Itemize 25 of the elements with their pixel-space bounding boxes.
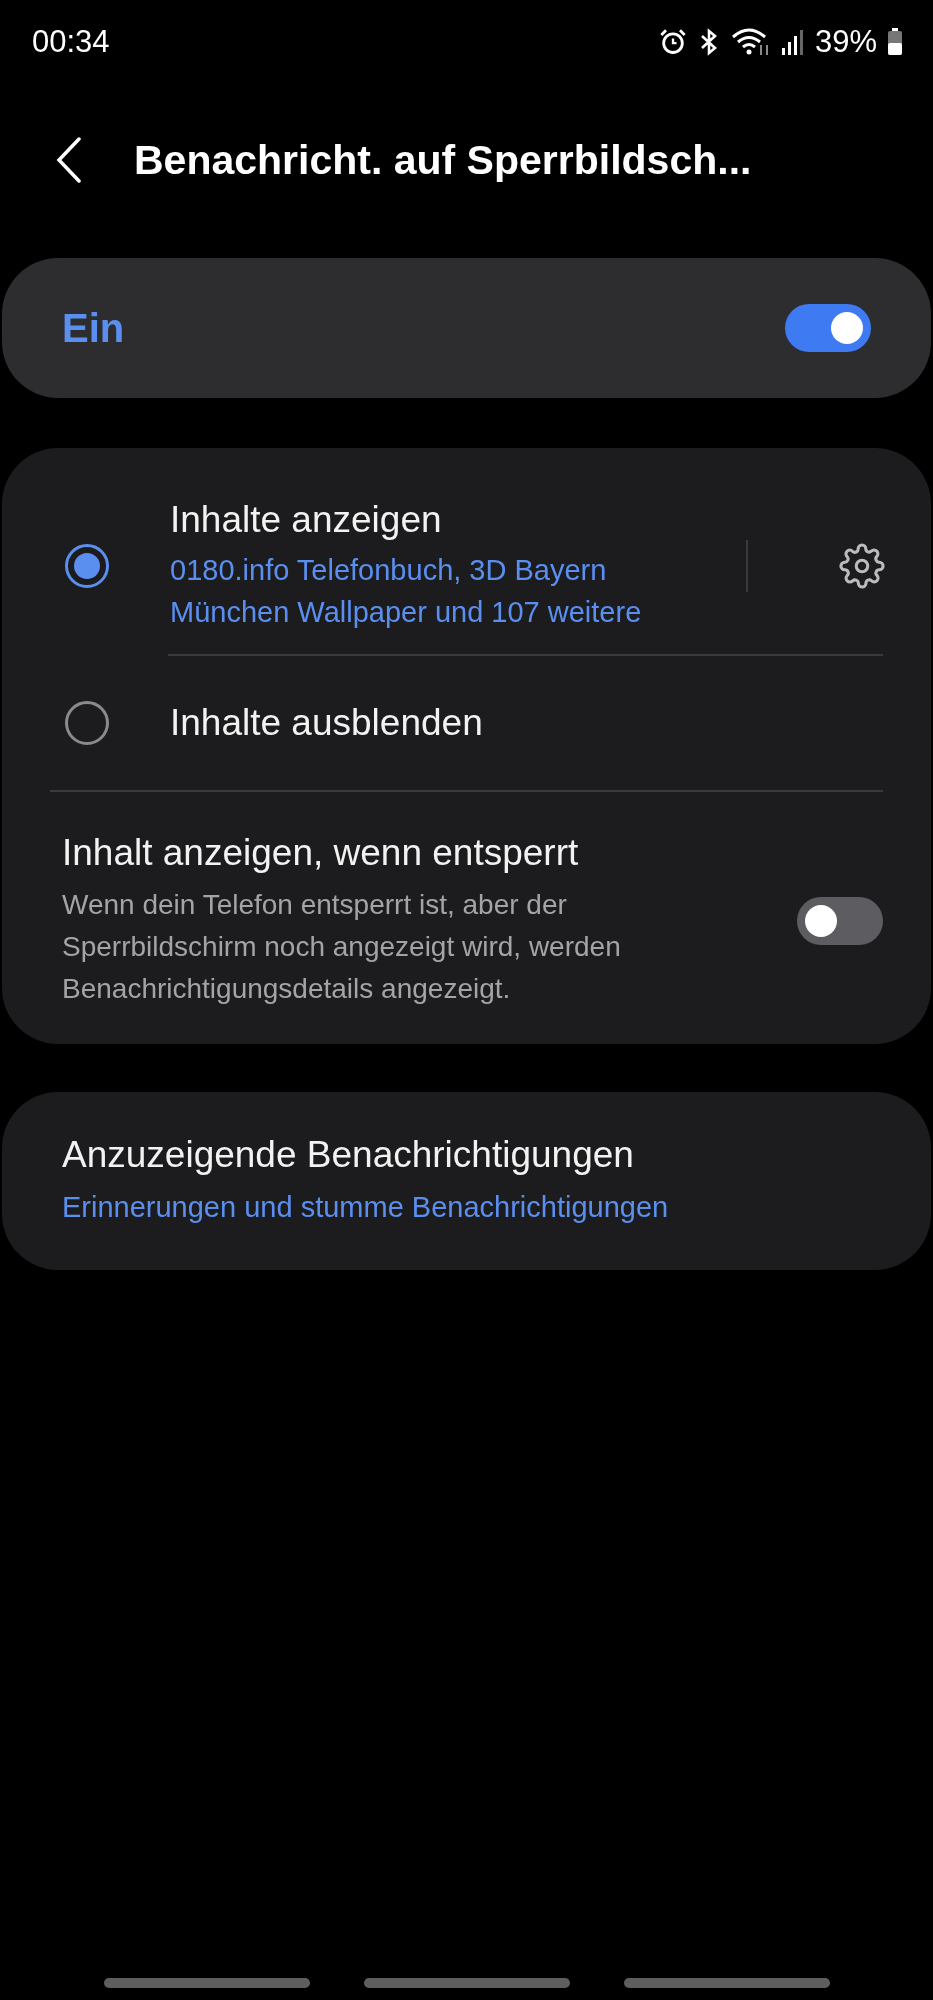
wifi-icon (730, 27, 771, 57)
page-title: Benachricht. auf Sperrbildsch... (134, 136, 752, 184)
clock-time: 00:34 (32, 24, 110, 60)
switch-label: Ein (62, 305, 125, 351)
nav-handle[interactable] (103, 1978, 310, 1988)
setting-description: Wenn dein Telefon entsperrt ist, aber der Sperrbildschirm noch angezeigt wird, werden Benachrichtigungsdetails angezeigt. (62, 888, 622, 1006)
unlock-toggle[interactable] (797, 897, 883, 945)
alarm-icon (658, 28, 687, 56)
master-toggle[interactable] (785, 304, 871, 352)
radio-button[interactable] (65, 701, 109, 745)
setting-title: Anzuzeigende Benachrichtigungen (62, 1134, 635, 1176)
battery-icon (887, 28, 903, 56)
nav-handle[interactable] (623, 1978, 830, 1988)
nav-handle[interactable] (363, 1978, 570, 1988)
signal-icon (780, 28, 805, 56)
notifications-card[interactable]: Anzuzeigende Benachrichtigungen Erinnerungen und stumme Benachrichtigungen (2, 1092, 931, 1270)
radio-button[interactable] (65, 544, 109, 588)
option-label: Inhalte anzeigen (170, 499, 443, 541)
battery-percent: 39% (814, 24, 877, 60)
setting-title: Inhalt anzeigen, wenn entsperrt (62, 832, 580, 874)
option-label: Inhalte ausblenden (170, 702, 484, 744)
settings-icon[interactable] (839, 543, 885, 589)
setting-summary: Erinnerungen und stumme Benachrichtigungen (62, 1190, 670, 1225)
back-button[interactable] (56, 137, 82, 183)
option-summary: 0180.info Telefonbuch, 3D Bayern München Wallpaper und 107 weitere (170, 553, 643, 630)
